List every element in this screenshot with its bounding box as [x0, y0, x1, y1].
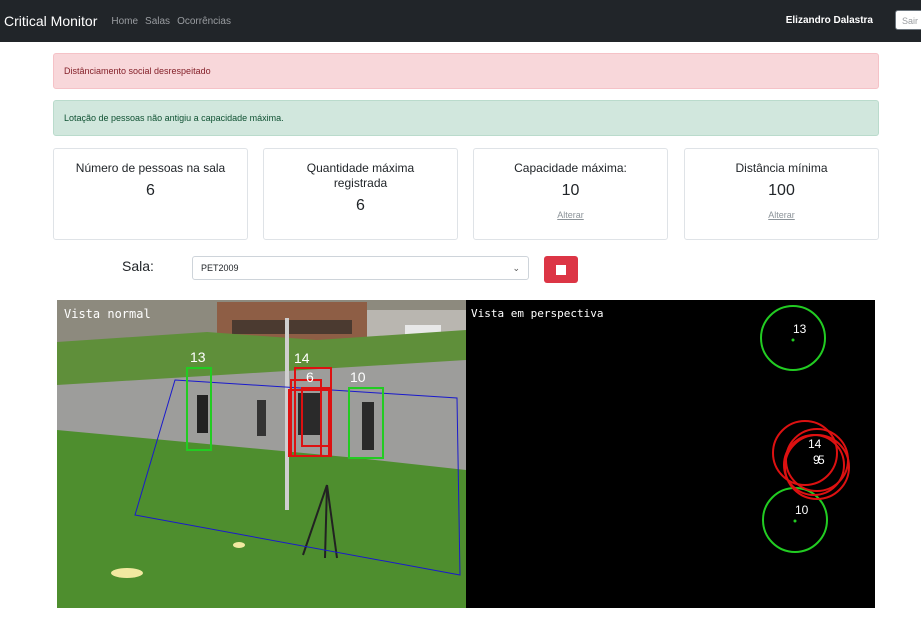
alert-danger: Distânciamento social desrespeitado [53, 53, 879, 89]
card-title: Número de pessoas na sala [75, 161, 226, 175]
card-max-capacity: Capacidade máxima: 10 Alterar [473, 148, 668, 240]
stop-button[interactable] [544, 256, 578, 283]
card-value: 10 [561, 182, 580, 199]
card-title: Capacidade máxima: [514, 161, 627, 175]
brand[interactable]: Critical Monitor [4, 13, 97, 29]
user-name: Elizandro Dalastra [785, 15, 873, 26]
sala-select[interactable]: PET2009 ⌄ [192, 256, 529, 280]
camera-view [57, 300, 466, 608]
card-value: 6 [356, 197, 365, 214]
person-id-label: 10 [350, 369, 366, 385]
stop-icon [556, 265, 566, 275]
sala-label: Sala: [122, 258, 154, 274]
person-id-label: 14 [294, 350, 310, 366]
card-value: 100 [768, 182, 795, 199]
perspective-id-label: 13 [793, 322, 807, 336]
card-min-distance: Distância mínima 100 Alterar [684, 148, 879, 240]
nav-salas[interactable]: Salas [145, 16, 170, 27]
video-canvas: Vista normal Vista em perspectiva 13 14 … [57, 300, 850, 608]
person-id-label: 6 [306, 369, 314, 385]
video-left-label: Vista normal [64, 307, 151, 321]
perspective-id-label: 5 [818, 453, 825, 467]
nav-ocorrencias[interactable]: Ocorrências [177, 16, 231, 27]
card-title: Distância mínima [735, 161, 828, 175]
logout-button[interactable]: Sair [895, 10, 921, 30]
person-id-label: 13 [190, 349, 206, 365]
sala-selected-value: PET2009 [201, 263, 239, 273]
video-right-label: Vista em perspectiva [471, 307, 603, 320]
navbar: Critical Monitor Home Salas Ocorrências … [0, 0, 921, 42]
chevron-down-icon: ⌄ [512, 263, 520, 273]
card-value: 6 [146, 182, 155, 199]
perspective-id-label: 10 [795, 503, 809, 517]
edit-capacity-link[interactable]: Alterar [557, 210, 584, 220]
alert-success: Lotação de pessoas não antigiu a capacid… [53, 100, 879, 136]
video-feed: Vista normal Vista em perspectiva 13 14 … [57, 300, 875, 608]
card-people-count: Número de pessoas na sala 6 [53, 148, 248, 240]
nav-home[interactable]: Home [111, 16, 138, 27]
perspective-id-label: 14 [808, 437, 822, 451]
edit-distance-link[interactable]: Alterar [768, 210, 795, 220]
card-title: Quantidade máxima registrada [306, 161, 415, 190]
card-max-registered: Quantidade máxima registrada 6 [263, 148, 458, 240]
